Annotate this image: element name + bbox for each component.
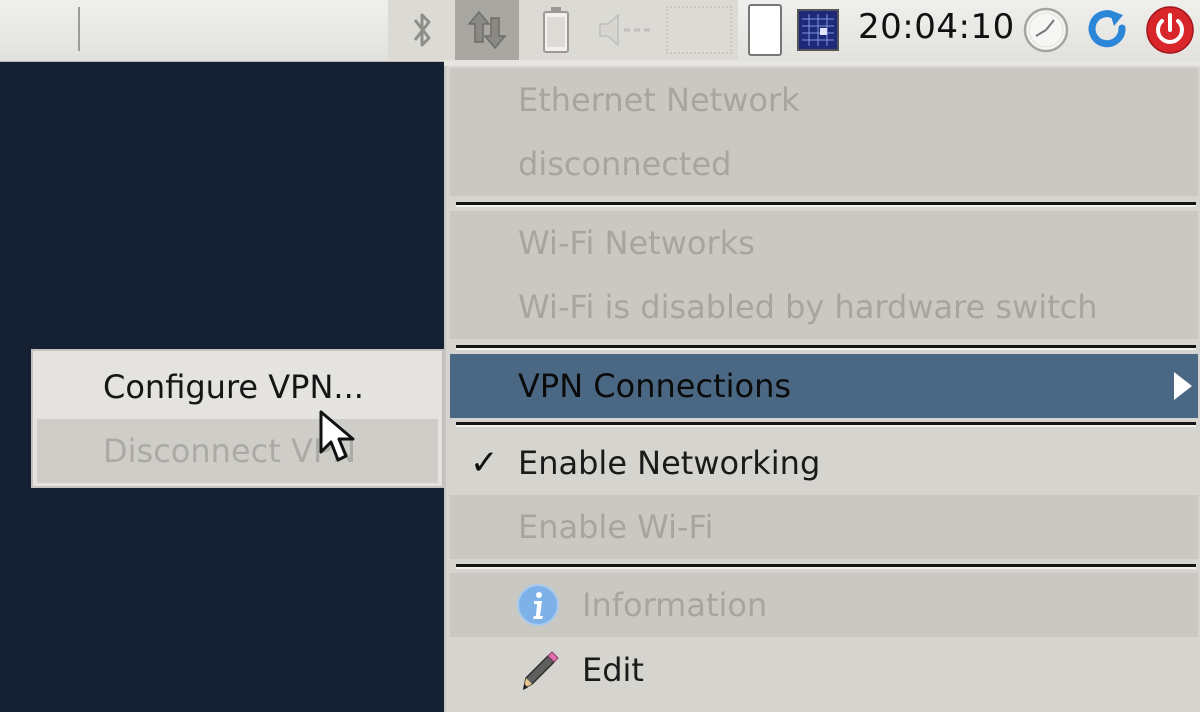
vpn-submenu: Configure VPN... Disconnect VPN: [31, 349, 444, 488]
submenu-item-configure-vpn[interactable]: Configure VPN...: [37, 355, 438, 419]
menu-item-enable-networking-label: Enable Networking: [518, 444, 821, 482]
menu-item-edit-label: Edit: [582, 651, 644, 689]
menu-separator: [456, 202, 1196, 207]
info-icon: [517, 584, 559, 626]
workspace-icon[interactable]: [744, 0, 786, 60]
power-icon[interactable]: [1142, 0, 1198, 60]
menu-separator: [456, 422, 1196, 427]
top-panel: 20:04:10: [0, 0, 1200, 62]
submenu-item-disconnect-vpn: Disconnect VPN: [37, 419, 438, 483]
clock-time[interactable]: 20:04:10: [858, 0, 1015, 60]
menu-item-edit[interactable]: Edit: [450, 638, 1198, 702]
menu-separator: [456, 345, 1196, 350]
menu-item-vpn-connections-label: VPN Connections: [518, 367, 792, 405]
notification-icon[interactable]: [660, 0, 738, 60]
bluetooth-icon[interactable]: [398, 0, 446, 60]
menu-item-wifi-status: Wi-Fi is disabled by hardware switch: [450, 275, 1198, 339]
monitor-icon[interactable]: [794, 0, 842, 60]
menu-separator: [456, 564, 1196, 569]
panel-separator: [78, 7, 80, 51]
mouse-cursor-icon: [319, 410, 355, 462]
volume-icon[interactable]: [594, 0, 654, 60]
pencil-icon: [522, 651, 559, 690]
battery-icon[interactable]: [528, 0, 584, 60]
menu-item-ethernet-header: Ethernet Network: [450, 68, 1198, 132]
menu-item-information: Information: [450, 573, 1198, 637]
submenu-arrow-icon: [1174, 372, 1192, 400]
menu-item-wifi-header: Wi-Fi Networks: [450, 211, 1198, 275]
network-icon[interactable]: [455, 0, 519, 60]
checkmark-icon: ✓: [470, 443, 499, 483]
menu-item-enable-wifi: Enable Wi-Fi: [450, 495, 1198, 559]
menu-item-vpn-connections[interactable]: VPN Connections: [450, 354, 1198, 418]
clock-icon[interactable]: [1020, 0, 1072, 60]
menu-item-enable-networking[interactable]: ✓ Enable Networking: [450, 431, 1198, 495]
menu-item-ethernet-status: disconnected: [450, 132, 1198, 196]
network-menu: Ethernet Network disconnected Wi-Fi Netw…: [444, 66, 1200, 712]
menu-item-information-label: Information: [582, 586, 768, 624]
refresh-icon[interactable]: [1082, 0, 1134, 60]
